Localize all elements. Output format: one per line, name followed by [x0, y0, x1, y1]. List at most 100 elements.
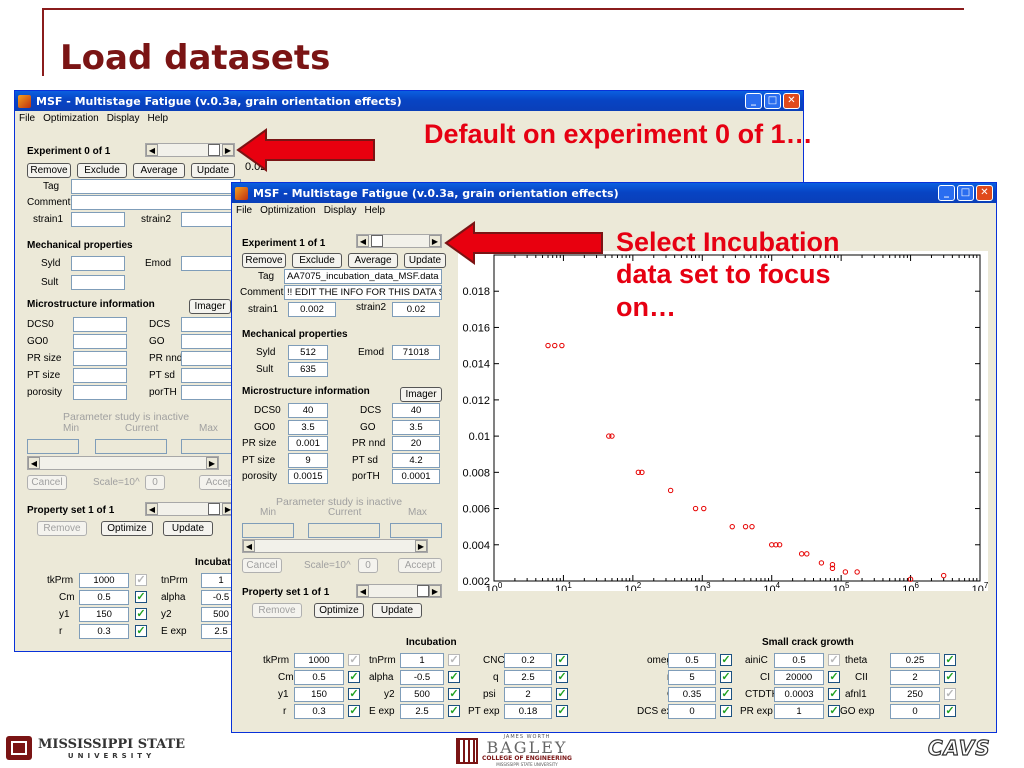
param-checkbox[interactable]: ✓	[944, 654, 956, 666]
micro-field[interactable]: 20	[392, 436, 440, 451]
micro-field[interactable]	[73, 368, 127, 383]
param-field[interactable]: 250	[890, 687, 940, 702]
titlebar[interactable]: MSF - Multistage Fatigue (v.0.3a, grain …	[15, 91, 803, 111]
update-set-button[interactable]: Update	[372, 603, 422, 618]
tag-field[interactable]	[71, 179, 241, 194]
param-checkbox[interactable]: ✓	[556, 705, 568, 717]
update-button[interactable]: Update	[404, 253, 446, 268]
param-field[interactable]: 2	[504, 687, 552, 702]
param-checkbox[interactable]: ✓	[448, 654, 460, 666]
imager-button[interactable]: Imager	[189, 299, 231, 314]
slider-right-arrow[interactable]: ▶	[429, 235, 441, 247]
param-field[interactable]: 1	[774, 704, 824, 719]
cancel-button[interactable]: Cancel	[27, 475, 67, 490]
imager-button[interactable]: Imager	[400, 387, 442, 402]
param-field[interactable]: 5	[668, 670, 716, 685]
menu-file[interactable]: File	[19, 113, 35, 124]
slider-thumb[interactable]	[371, 235, 383, 247]
update-set-button[interactable]: Update	[163, 521, 213, 536]
syld-field[interactable]: 512	[288, 345, 328, 360]
param-field[interactable]: 0.25	[890, 653, 940, 668]
param-field[interactable]: 0.5	[294, 670, 344, 685]
param-checkbox[interactable]: ✓	[348, 705, 360, 717]
update-button[interactable]: Update	[191, 163, 235, 178]
remove-set-button[interactable]: Remove	[37, 521, 87, 536]
optimize-button[interactable]: Optimize	[314, 603, 364, 618]
param-checkbox[interactable]: ✓	[348, 671, 360, 683]
micro-field[interactable]: 0.0001	[392, 469, 440, 484]
slider-left-arrow[interactable]: ◀	[357, 235, 369, 247]
scale-value[interactable]: 0	[145, 475, 165, 490]
optimize-button[interactable]: Optimize	[101, 521, 153, 536]
remove-button[interactable]: Remove	[27, 163, 71, 178]
param-min-field[interactable]	[242, 523, 294, 538]
titlebar[interactable]: MSF - Multistage Fatigue (v.0.3a, grain …	[232, 183, 996, 203]
menu-optimization[interactable]: Optimization	[260, 205, 316, 216]
param-field[interactable]: 2.5	[400, 704, 444, 719]
param-checkbox[interactable]: ✓	[556, 671, 568, 683]
micro-field[interactable]: 0.001	[288, 436, 328, 451]
param-checkbox[interactable]: ✓	[135, 591, 147, 603]
menu-display[interactable]: Display	[107, 113, 140, 124]
param-checkbox[interactable]: ✓	[448, 705, 460, 717]
param-field[interactable]: 0	[890, 704, 940, 719]
cancel-button[interactable]: Cancel	[242, 558, 282, 573]
close-button[interactable]: ✕	[783, 93, 800, 109]
slider-thumb[interactable]	[208, 503, 220, 515]
param-checkbox[interactable]: ✓	[448, 671, 460, 683]
slider-left-arrow[interactable]: ◀	[28, 457, 40, 469]
param-field[interactable]: 0.2	[504, 653, 552, 668]
micro-field[interactable]: 40	[288, 403, 328, 418]
param-checkbox[interactable]: ✓	[720, 654, 732, 666]
menu-help[interactable]: Help	[148, 113, 169, 124]
param-field[interactable]: 500	[400, 687, 444, 702]
comment-field[interactable]	[71, 195, 241, 210]
micro-field[interactable]: 9	[288, 452, 328, 468]
minimize-button[interactable]: _	[938, 185, 955, 201]
slider-right-arrow[interactable]: ▶	[222, 144, 234, 156]
slider-right-arrow[interactable]: ▶	[206, 457, 218, 469]
micro-field[interactable]: 3.5	[288, 419, 328, 435]
micro-field[interactable]	[73, 385, 127, 400]
param-checkbox[interactable]: ✓	[828, 688, 840, 700]
param-checkbox[interactable]: ✓	[720, 688, 732, 700]
slider-right-arrow[interactable]: ▶	[415, 540, 427, 552]
minimize-button[interactable]: _	[745, 93, 762, 109]
remove-button[interactable]: Remove	[242, 253, 286, 268]
param-checkbox[interactable]: ✓	[828, 654, 840, 666]
param-checkbox[interactable]: ✓	[944, 671, 956, 683]
slider-right-arrow[interactable]: ▶	[429, 585, 441, 597]
property-slider[interactable]: ◀ ▶	[145, 502, 235, 516]
strain1-field[interactable]: 0.002	[288, 302, 336, 317]
param-checkbox[interactable]: ✓	[556, 688, 568, 700]
strain1-field[interactable]	[71, 212, 125, 227]
slider-thumb[interactable]	[208, 144, 220, 156]
param-checkbox[interactable]: ✓	[944, 705, 956, 717]
param-field[interactable]: 0.5	[79, 590, 129, 605]
syld-field[interactable]	[71, 256, 125, 271]
maximize-button[interactable]: □	[957, 185, 974, 201]
experiment-slider[interactable]: ◀ ▶	[356, 234, 442, 248]
micro-field[interactable]	[73, 334, 127, 349]
slider-left-arrow[interactable]: ◀	[243, 540, 255, 552]
close-button[interactable]: ✕	[976, 185, 993, 201]
param-checkbox[interactable]: ✓	[944, 688, 956, 700]
param-checkbox[interactable]: ✓	[135, 625, 147, 637]
accept-button[interactable]: Accept	[398, 558, 442, 573]
property-slider[interactable]: ◀ ▶	[356, 584, 442, 598]
slider-left-arrow[interactable]: ◀	[357, 585, 369, 597]
param-current-field[interactable]	[308, 523, 380, 538]
slider-left-arrow[interactable]: ◀	[146, 144, 158, 156]
param-field[interactable]: 1	[400, 653, 444, 668]
param-checkbox[interactable]: ✓	[556, 654, 568, 666]
param-field[interactable]: 0.3	[79, 624, 129, 639]
param-field[interactable]: 0	[668, 704, 716, 719]
param-checkbox[interactable]: ✓	[135, 574, 147, 586]
param-field[interactable]: 0.5	[668, 653, 716, 668]
param-slider[interactable]: ◀ ▶	[242, 539, 428, 553]
menu-file[interactable]: File	[236, 205, 252, 216]
param-field[interactable]: 20000	[774, 670, 824, 685]
param-slider[interactable]: ◀ ▶	[27, 456, 219, 470]
tag-field[interactable]: AA7075_incubation_data_MSF.data	[284, 269, 442, 284]
remove-set-button[interactable]: Remove	[252, 603, 302, 618]
